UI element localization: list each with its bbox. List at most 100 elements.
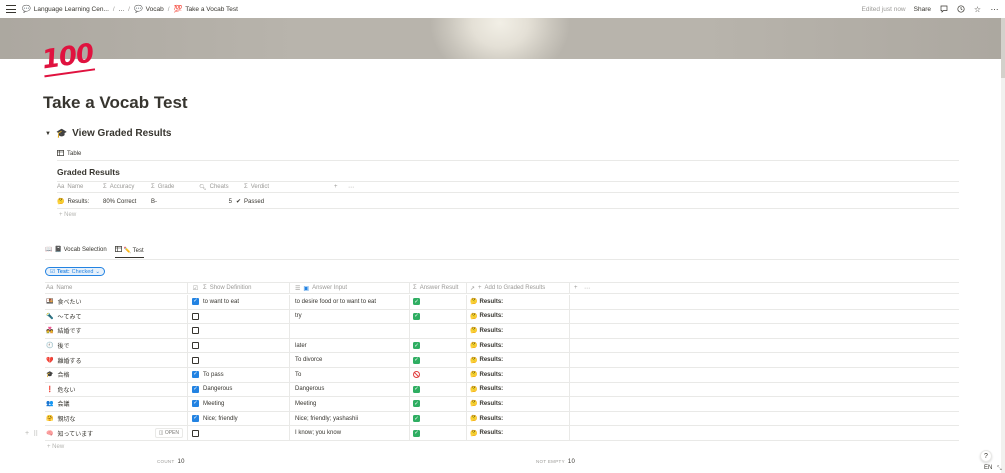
checkbox-checked[interactable]: ✓: [192, 415, 199, 423]
name-cell[interactable]: 🧠 知っています ◫ OPEN: [45, 426, 188, 440]
table-row[interactable]: 🎓 合格 ✓ To pass To 🤔 Results:: [45, 367, 959, 383]
graded-relation-cell[interactable]: 🤔 Results:: [467, 426, 570, 440]
graded-relation-cell[interactable]: 🤔 Results:: [467, 397, 570, 411]
language-indicator[interactable]: EN: [984, 465, 992, 471]
table-row[interactable]: 🤗 親切な ✓ Nice; friendly Nice; friendly; yasha…: [45, 411, 959, 427]
menu-icon[interactable]: [6, 5, 16, 13]
test-checkbox-cell[interactable]: [188, 426, 203, 440]
table-row[interactable]: 🤔 Results: 80% Correct B- 5 ✔ Passed: [57, 195, 959, 209]
add-column-icon[interactable]: +: [334, 182, 348, 192]
graded-relation-cell[interactable]: 🤔 Results:: [467, 309, 570, 324]
add-column-icon[interactable]: +: [570, 283, 584, 293]
test-checkbox-cell[interactable]: [188, 324, 203, 338]
table-row[interactable]: 💔 離婚する To divorce ✓ 🤔 Results:: [45, 353, 959, 368]
column-header-name[interactable]: Aa Name: [57, 182, 103, 192]
checkbox-unchecked[interactable]: [192, 312, 199, 320]
toggle-view-graded-results[interactable]: ▼ 🎓 View Graded Results: [45, 128, 171, 139]
table-row[interactable]: ❗ 危ない ✓ Dangerous Dangerous ✓ 🤔 Results:: [45, 382, 959, 398]
name-cell[interactable]: 🍱 食べたい: [45, 295, 188, 309]
breadcrumb-item[interactable]: 💬 Language Learning Cen...: [22, 5, 109, 14]
answer-input-cell[interactable]: [290, 324, 410, 338]
name-cell[interactable]: 🕘 後で: [45, 338, 188, 353]
graded-relation-cell[interactable]: 🤔 Results:: [467, 353, 570, 367]
test-checkbox-cell[interactable]: ✓: [188, 368, 203, 382]
more-icon[interactable]: ⋯: [348, 182, 354, 192]
test-checkbox-cell[interactable]: ✓: [188, 397, 203, 411]
toggle-triangle-icon[interactable]: ▼: [45, 131, 51, 137]
page-title[interactable]: Take a Vocab Test: [43, 93, 188, 113]
tab-vocab-selection[interactable]: 📖 📓 Vocab Selection: [45, 246, 107, 256]
name-cell[interactable]: 💔 離婚する: [45, 353, 188, 367]
open-button[interactable]: ◫ OPEN: [154, 428, 183, 439]
column-header-add-to-graded-results[interactable]: ↗ + Add to Graded Results: [467, 283, 570, 293]
graded-results-title[interactable]: Graded Results: [57, 167, 120, 177]
more-icon[interactable]: ⋯: [584, 283, 590, 293]
test-checkbox-cell[interactable]: ✓: [188, 412, 203, 426]
column-header-cheats[interactable]: 🔍︎ Cheats: [199, 182, 244, 192]
column-header-accuracy[interactable]: Σ Accuracy: [103, 182, 151, 192]
answer-input-cell[interactable]: To: [290, 367, 410, 382]
filter-chip-test[interactable]: ☑ Test: Checked ⌄: [45, 267, 105, 276]
name-cell[interactable]: 🤗 親切な: [45, 411, 188, 426]
column-header-name[interactable]: Aa Name: [45, 283, 188, 293]
graded-relation-cell[interactable]: 🤔 Results:: [467, 324, 570, 338]
column-header-answer-input[interactable]: ☰ ▣ Answer Input: [290, 283, 410, 293]
tab-table[interactable]: Table: [57, 147, 86, 161]
name-cell[interactable]: 🎓 合格: [45, 367, 188, 382]
drag-handle-icon[interactable]: ⠿: [33, 430, 38, 438]
test-checkbox-cell[interactable]: [188, 353, 203, 367]
table-row[interactable]: 👥 会議 ✓ Meeting Meeting ✓ 🤔 Results:: [45, 397, 959, 412]
new-row-button[interactable]: + New: [47, 444, 64, 450]
share-button[interactable]: Share: [914, 6, 931, 13]
scrollbar[interactable]: [1001, 18, 1005, 473]
checkbox-unchecked[interactable]: [192, 429, 199, 437]
graded-relation-cell[interactable]: 🤔 Results:: [467, 382, 570, 397]
answer-input-cell[interactable]: To divorce: [290, 353, 410, 367]
test-checkbox-cell[interactable]: [188, 310, 203, 324]
table-row[interactable]: 💑 結婚です 🤔 Results:: [45, 324, 959, 339]
name-cell[interactable]: 👥 会議: [45, 397, 188, 411]
column-header-grade[interactable]: Σ Grade: [151, 182, 199, 192]
table-row[interactable]: 🍱 食べたい ✓ to want to eat to desire food or to…: [45, 295, 959, 310]
graded-relation-cell[interactable]: 🤔 Results:: [467, 338, 570, 353]
checkbox-checked[interactable]: ✓: [192, 385, 199, 393]
hundred-points-icon[interactable]: 100: [40, 38, 96, 78]
plus-icon[interactable]: +: [25, 430, 29, 438]
count-summary[interactable]: COUNT 10: [157, 459, 185, 465]
test-checkbox-cell[interactable]: ✓: [188, 383, 203, 397]
graded-relation-cell[interactable]: 🤔 Results:: [467, 295, 570, 309]
resize-icon[interactable]: ⤡: [997, 466, 1002, 473]
answer-input-cell[interactable]: Meeting: [290, 397, 410, 411]
tab-test[interactable]: ✏️ Test: [114, 246, 144, 258]
checkbox-checked[interactable]: ✓: [192, 400, 199, 408]
column-header-verdict[interactable]: Σ Verdict: [244, 182, 334, 192]
answer-input-cell[interactable]: Dangerous: [290, 382, 410, 397]
answer-input-cell[interactable]: to desire food or to want to eat: [290, 295, 410, 309]
star-icon[interactable]: ☆: [973, 5, 982, 14]
checkbox-unchecked[interactable]: [192, 356, 199, 364]
help-button[interactable]: ?: [980, 450, 992, 462]
not-empty-summary[interactable]: NOT EMPTY 10: [536, 459, 575, 465]
name-cell[interactable]: 💑 結婚です: [45, 324, 188, 338]
column-header-checkbox[interactable]: ☑: [188, 283, 203, 293]
comment-icon[interactable]: [939, 5, 948, 14]
checkbox-unchecked[interactable]: [192, 342, 199, 350]
answer-input-cell[interactable]: later: [290, 338, 410, 353]
breadcrumb-item[interactable]: ...: [119, 6, 124, 13]
checkbox-checked[interactable]: ✓: [192, 371, 199, 379]
table-row[interactable]: 🧠 知っています ◫ OPEN I know; you know ✓ 🤔 Results:: [45, 426, 959, 441]
column-header-answer-result[interactable]: Σ Answer Result: [410, 283, 467, 293]
more-icon[interactable]: ⋯: [990, 5, 999, 14]
cover-image[interactable]: [0, 18, 1001, 59]
answer-input-cell[interactable]: I know; you know: [290, 426, 410, 440]
breadcrumb-item[interactable]: 💬 Vocab: [134, 5, 164, 14]
checkbox-checked[interactable]: ✓: [192, 298, 199, 306]
column-header-show-definition[interactable]: Σ Show Definition: [203, 283, 290, 293]
graded-relation-cell[interactable]: 🤔 Results:: [467, 367, 570, 382]
name-cell[interactable]: 🔦 〜てみて: [45, 309, 188, 324]
test-checkbox-cell[interactable]: ✓: [188, 295, 203, 309]
table-row[interactable]: 🕘 後で later ✓ 🤔 Results:: [45, 338, 959, 354]
graded-relation-cell[interactable]: 🤔 Results:: [467, 411, 570, 426]
history-icon[interactable]: [956, 5, 965, 14]
answer-input-cell[interactable]: try: [290, 309, 410, 324]
